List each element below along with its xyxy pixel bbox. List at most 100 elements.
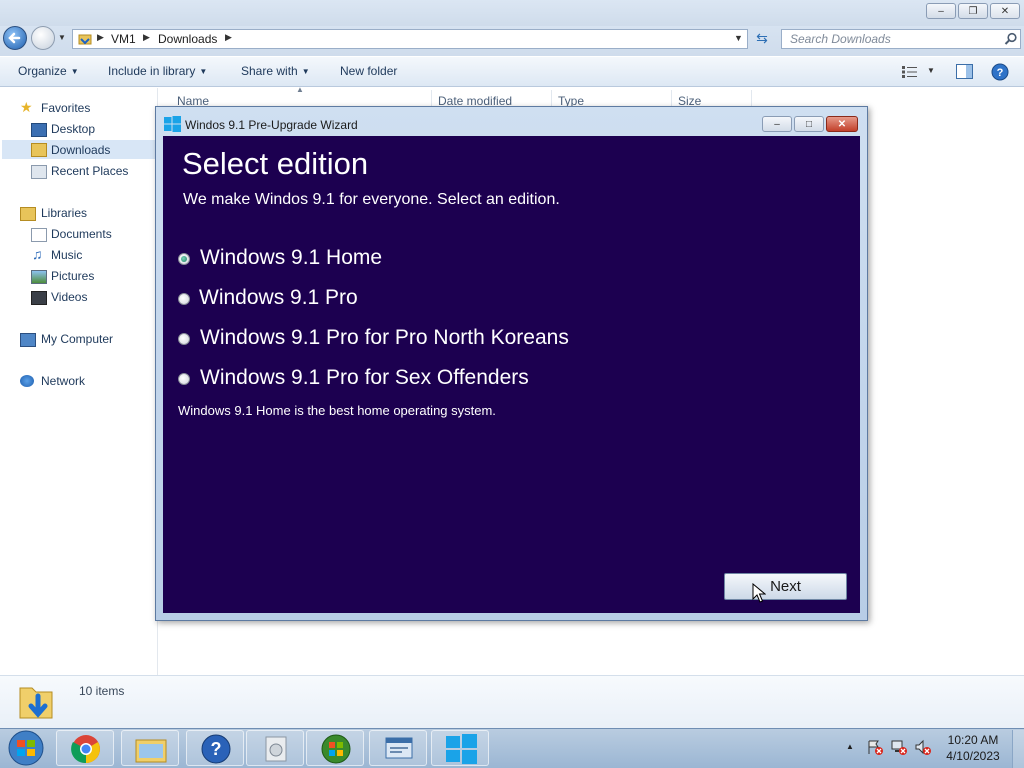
recent-places-icon xyxy=(31,165,47,179)
breadcrumb-separator-icon: ▶ xyxy=(225,32,232,42)
sort-ascending-icon: ▲ xyxy=(296,85,304,94)
svg-text:?: ? xyxy=(211,739,222,759)
new-folder-button[interactable]: New folder xyxy=(340,64,397,78)
disc-document-icon xyxy=(265,736,287,762)
view-options-icon[interactable] xyxy=(902,66,918,78)
back-button[interactable] xyxy=(3,26,27,50)
wizard-close-button[interactable]: ✕ xyxy=(826,116,858,132)
taskbar-explorer-button[interactable] xyxy=(121,730,179,766)
svg-text:?: ? xyxy=(997,67,1004,79)
nav-favorites[interactable]: Favorites xyxy=(41,101,90,115)
address-bar[interactable]: ▶ VM1 ▶ Downloads ▶ ▼ xyxy=(72,29,748,49)
mouse-cursor-icon xyxy=(752,583,766,603)
share-with-button[interactable]: Share with ▼ xyxy=(241,64,310,78)
network-icon xyxy=(20,375,34,387)
desktop-icon xyxy=(31,123,47,137)
search-icon[interactable] xyxy=(1004,32,1018,46)
explorer-title-bar xyxy=(0,0,1024,26)
nav-libraries[interactable]: Libraries xyxy=(41,206,87,220)
chrome-icon xyxy=(71,735,100,764)
recent-pages-chevron-icon[interactable]: ▼ xyxy=(58,33,66,42)
preview-pane-icon[interactable] xyxy=(956,64,973,79)
explorer-minimize-button[interactable]: – xyxy=(926,3,956,19)
show-desktop-button[interactable] xyxy=(1012,730,1024,768)
nav-my-computer[interactable]: My Computer xyxy=(41,332,113,346)
organize-button[interactable]: Organize ▼ xyxy=(18,64,79,78)
edition-description: Windows 9.1 Home is the best home operat… xyxy=(178,403,496,418)
next-button[interactable]: Next xyxy=(724,573,847,600)
breadcrumb-separator-icon: ▶ xyxy=(97,32,104,42)
nav-item-documents[interactable]: Documents xyxy=(51,227,112,241)
dropdown-caret-icon: ▼ xyxy=(199,67,208,76)
wizard-maximize-button[interactable]: □ xyxy=(794,116,824,132)
address-dropdown-icon[interactable]: ▼ xyxy=(734,33,743,43)
taskbar-system-button[interactable] xyxy=(369,730,427,766)
forward-button[interactable] xyxy=(31,26,55,50)
details-pane xyxy=(0,675,1024,728)
nav-item-music[interactable]: Music xyxy=(51,248,82,262)
favorites-star-icon: ★ xyxy=(20,99,33,115)
explorer-restore-button[interactable]: ❐ xyxy=(958,3,988,19)
edition-option-pro[interactable]: Windows 9.1 Pro xyxy=(199,286,358,310)
system-window-icon xyxy=(385,737,413,759)
downloads-folder-large-icon xyxy=(19,687,53,719)
breadcrumb-vm1[interactable]: VM1 xyxy=(111,32,136,46)
volume-muted-icon[interactable] xyxy=(914,739,932,755)
windows-explorer-icon xyxy=(135,739,167,763)
show-hidden-icons-icon[interactable]: ▲ xyxy=(846,742,854,751)
wizard-title: Windos 9.1 Pre-Upgrade Wizard xyxy=(185,118,358,132)
dropdown-caret-icon: ▼ xyxy=(70,67,79,76)
taskbar-media-button[interactable] xyxy=(246,730,304,766)
edition-option-home[interactable]: Windows 9.1 Home xyxy=(200,246,382,270)
network-status-icon[interactable] xyxy=(890,739,908,755)
music-icon: ♫ xyxy=(32,246,43,262)
start-orb-icon[interactable] xyxy=(6,729,46,767)
downloads-folder-icon xyxy=(31,143,47,157)
action-center-flag-icon[interactable] xyxy=(866,739,884,755)
nav-item-videos[interactable]: Videos xyxy=(51,290,87,304)
breadcrumb-downloads[interactable]: Downloads xyxy=(158,32,217,46)
back-arrow-icon xyxy=(8,32,21,44)
pictures-icon xyxy=(31,270,47,284)
include-in-library-button[interactable]: Include in library ▼ xyxy=(108,64,207,78)
clock[interactable]: 10:20 AM 4/10/2023 xyxy=(942,733,1004,763)
documents-icon xyxy=(31,228,47,242)
videos-icon xyxy=(31,291,47,305)
help-icon[interactable]: ? xyxy=(991,63,1009,81)
taskbar-wizard-button[interactable] xyxy=(431,730,489,766)
windows-logo-icon xyxy=(164,116,181,132)
dropdown-caret-icon: ▼ xyxy=(301,67,310,76)
libraries-icon xyxy=(20,207,36,221)
windows-logo-icon xyxy=(446,734,477,764)
item-count: 10 items xyxy=(79,684,125,698)
wizard-minimize-button[interactable]: – xyxy=(762,116,792,132)
nav-item-recent-places[interactable]: Recent Places xyxy=(51,164,128,178)
clock-time: 10:20 AM xyxy=(947,733,999,747)
folder-icon xyxy=(78,34,92,45)
taskbar-help-button[interactable]: ? xyxy=(186,730,244,766)
search-placeholder: Search Downloads xyxy=(790,32,891,46)
explorer-close-button[interactable]: ✕ xyxy=(990,3,1020,19)
edition-radio-pro-north-koreans[interactable] xyxy=(178,333,190,345)
nav-item-desktop[interactable]: Desktop xyxy=(51,122,95,136)
nav-item-downloads[interactable]: Downloads xyxy=(51,143,110,157)
edition-option-pro-north-koreans[interactable]: Windows 9.1 Pro for Pro North Koreans xyxy=(200,326,569,350)
view-dropdown-icon[interactable]: ▼ xyxy=(927,66,935,75)
refresh-icon[interactable]: ⇆ xyxy=(752,30,772,48)
wizard-heading: Select edition xyxy=(182,146,369,181)
edition-radio-pro[interactable] xyxy=(178,293,190,305)
nav-item-pictures[interactable]: Pictures xyxy=(51,269,94,283)
taskbar-orb-app-button[interactable] xyxy=(306,730,364,766)
search-input[interactable]: Search Downloads xyxy=(781,29,1021,49)
breadcrumb-separator-icon: ▶ xyxy=(143,32,150,42)
wizard-subheading: We make Windos 9.1 for everyone. Select … xyxy=(183,191,560,208)
computer-icon xyxy=(20,333,36,347)
colorful-orb-icon xyxy=(321,734,351,764)
taskbar-chrome-button[interactable] xyxy=(56,730,114,766)
edition-radio-home[interactable] xyxy=(178,253,190,265)
nav-network[interactable]: Network xyxy=(41,374,85,388)
edition-option-pro-sex-offenders[interactable]: Windows 9.1 Pro for Sex Offenders xyxy=(200,366,529,390)
help-icon: ? xyxy=(201,734,231,764)
clock-date: 4/10/2023 xyxy=(946,749,1000,763)
edition-radio-pro-sex-offenders[interactable] xyxy=(178,373,190,385)
